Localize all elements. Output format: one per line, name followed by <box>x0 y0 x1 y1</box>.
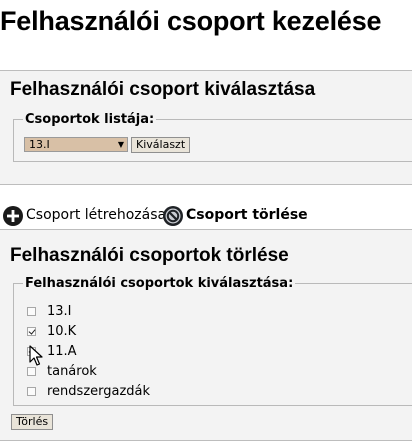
chevron-down-icon: ▼ <box>117 140 124 149</box>
delete-group-link[interactable]: Csoport törlése <box>162 204 308 226</box>
plus-circle-icon <box>3 206 23 226</box>
page-title: Felhasználói csoport kezelése <box>0 6 382 36</box>
create-group-label: Csoport létrehozása <box>26 207 167 223</box>
group-select-value: 13.I <box>29 138 50 151</box>
group-select[interactable]: 13.I ▼ <box>24 137 128 152</box>
group-checkbox[interactable] <box>27 327 36 336</box>
group-checkbox-label: 13.I <box>47 304 72 319</box>
group-list-legend: Csoportok listája: <box>25 112 155 127</box>
delete-button[interactable]: Törlés <box>11 414 54 430</box>
group-checkbox[interactable] <box>27 367 36 376</box>
group-select-title: Felhasználói csoport kiválasztása <box>10 79 316 100</box>
group-checkbox-label: 11.A <box>47 344 77 359</box>
group-checkbox-label: 10.K <box>47 324 77 339</box>
select-button[interactable]: Kiválaszt <box>131 137 191 153</box>
create-group-link[interactable]: Csoport létrehozása <box>2 204 166 226</box>
delete-group-label: Csoport törlése <box>186 207 308 223</box>
group-checkbox-label: tanárok <box>47 364 97 379</box>
no-entry-icon <box>163 206 183 226</box>
group-checkbox-label: rendszergazdák <box>47 384 151 399</box>
group-checkbox[interactable] <box>27 387 36 396</box>
mouse-cursor-icon <box>29 345 43 366</box>
group-checkbox[interactable] <box>27 307 36 316</box>
group-delete-title: Felhasználói csoportok törlése <box>10 245 289 266</box>
group-choose-legend: Felhasználói csoportok kiválasztása: <box>25 276 294 291</box>
